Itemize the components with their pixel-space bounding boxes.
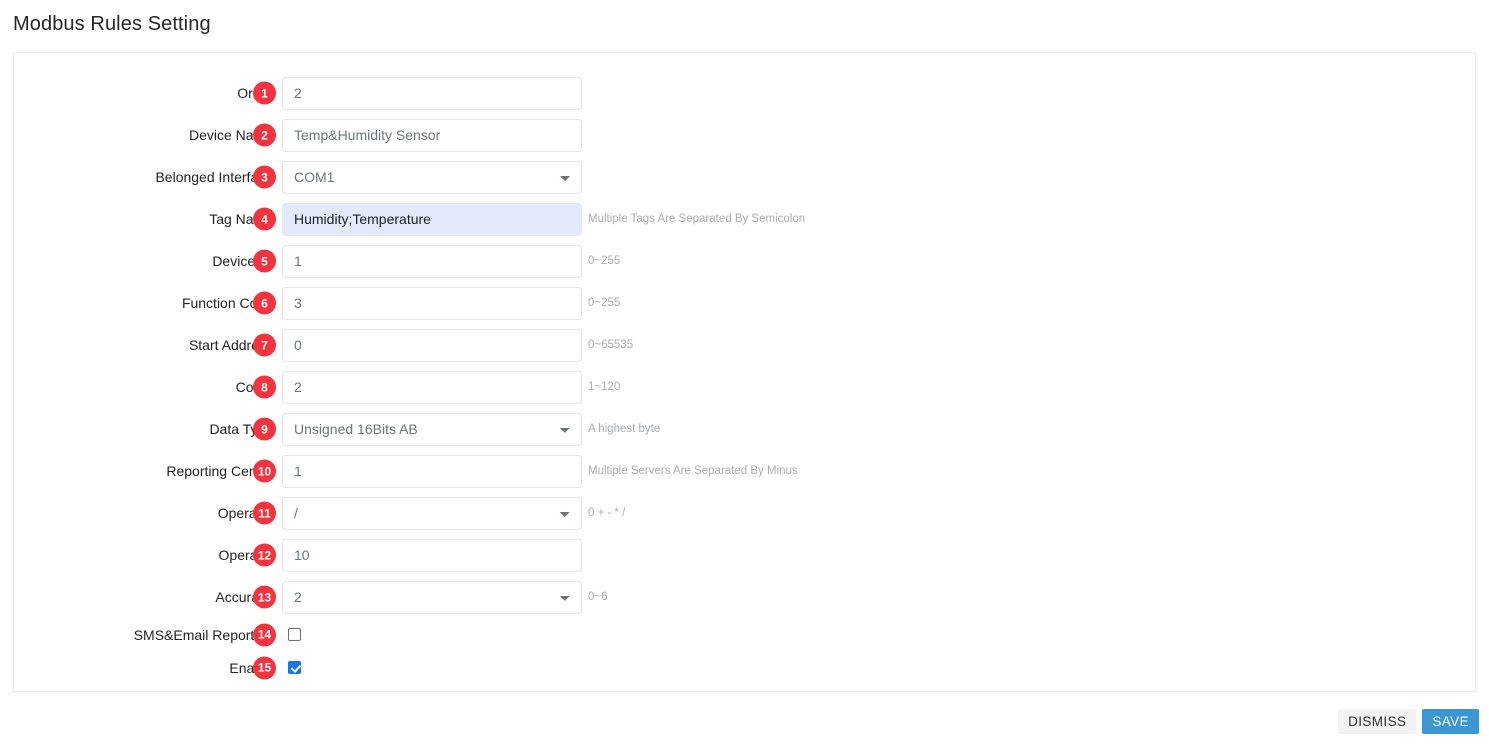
form-field-wrap-operand (282, 538, 582, 572)
form-label-wrap-reporting-center: Reporting Center 10 (14, 459, 282, 483)
form-label-wrap-accuracy: Accuracy 13 (14, 585, 282, 609)
form-field-wrap-device-name (282, 118, 582, 152)
input-tag-name[interactable] (282, 202, 582, 236)
checkbox-sms-email-reporting[interactable] (288, 628, 301, 641)
step-badge-8: 8 (253, 375, 276, 399)
step-badge-6: 6 (253, 291, 276, 315)
field-hint-start-address: 0~65535 (588, 339, 634, 351)
save-button[interactable]: SAVE (1422, 709, 1479, 734)
form-label-wrap-start-address: Start Address 7 (14, 333, 282, 357)
form-label-wrap-device-id: Device ID 5 (14, 249, 282, 273)
input-count[interactable] (282, 370, 582, 404)
field-hint-device-id: 0~255 (588, 255, 621, 267)
form-row-start-address: Start Address7 0~65535 (14, 324, 1475, 366)
step-badge-14: 14 (253, 623, 276, 646)
form-row-device-id: Device ID5 0~255 (14, 240, 1475, 282)
step-badge-2: 2 (253, 123, 276, 147)
input-function-code[interactable] (282, 286, 582, 320)
form-field-wrap-device-id: 0~255 (282, 244, 621, 278)
field-hint-reporting-center: Multiple Servers Are Separated By Minus (588, 465, 798, 477)
form-field-wrap-operator: / 0 + - * / (282, 496, 626, 530)
field-hint-tag-name: Multiple Tags Are Separated By Semicolon (588, 213, 806, 225)
form-label-wrap-order: Order1 (14, 81, 282, 105)
modbus-rules-card: Order1 Device Name2 Belonged Interface3COM… (13, 52, 1476, 692)
form-row-order: Order1 (14, 72, 1475, 114)
select-operator[interactable]: / (282, 496, 582, 530)
step-badge-3: 3 (253, 165, 276, 189)
step-badge-1: 1 (253, 81, 276, 105)
modbus-rules-form: Order1 Device Name2 Belonged Interface3COM… (14, 53, 1475, 684)
form-label-wrap-enable: Enable 15 (14, 656, 282, 679)
form-label-wrap-tag-name: Tag Name 4 (14, 207, 282, 231)
field-hint-count: 1~120 (588, 381, 621, 393)
input-start-address[interactable] (282, 328, 582, 362)
step-badge-13: 13 (253, 585, 276, 609)
form-row-operator: Operator 11/ 0 + - * / (14, 492, 1475, 534)
form-field-wrap-accuracy: 2 0~6 (282, 580, 608, 614)
step-badge-11: 11 (253, 501, 276, 525)
form-row-accuracy: Accuracy 13 2 0~6 (14, 576, 1475, 618)
form-field-wrap-data-type: Unsigned 16Bits AB A highest byte (282, 412, 661, 446)
form-field-wrap-order (282, 76, 582, 110)
step-badge-5: 5 (253, 249, 276, 273)
form-label-wrap-belonged-interface: Belonged Interface 3 (14, 165, 282, 189)
input-operand[interactable] (282, 538, 582, 572)
select-belonged-interface[interactable]: COM1 (282, 160, 582, 194)
form-row-count: Count8 1~120 (14, 366, 1475, 408)
checkbox-enable[interactable] (288, 661, 301, 674)
form-field-wrap-count: 1~120 (282, 370, 621, 404)
form-row-belonged-interface: Belonged Interface 3 COM1 (14, 156, 1475, 198)
step-badge-10: 10 (253, 459, 276, 483)
form-field-wrap-function-code: 0~255 (282, 286, 621, 320)
form-label-wrap-operand: Operand 12 (14, 543, 282, 567)
form-field-wrap-reporting-center: Multiple Servers Are Separated By Minus (282, 454, 798, 488)
input-reporting-center[interactable] (282, 454, 582, 488)
form-label-wrap-data-type: Data Type 9 (14, 417, 282, 441)
form-field-wrap-enable (282, 661, 301, 674)
step-badge-12: 12 (253, 543, 276, 567)
input-order[interactable] (282, 76, 582, 110)
form-row-enable: Enable 15 (14, 651, 1475, 684)
form-label-wrap-device-name: Device Name 2 (14, 123, 282, 147)
form-field-wrap-sms-email-reporting (282, 628, 301, 641)
form-label-wrap-operator: Operator 11 (14, 501, 282, 525)
form-row-operand: Operand 12 (14, 534, 1475, 576)
field-hint-operator: 0 + - * / (588, 507, 626, 519)
select-accuracy[interactable]: 2 (282, 580, 582, 614)
input-device-id[interactable] (282, 244, 582, 278)
form-label-wrap-count: Count8 (14, 375, 282, 399)
page-title: Modbus Rules Setting (13, 13, 211, 35)
form-row-reporting-center: Reporting Center10 Multiple Servers Are S… (14, 450, 1475, 492)
form-label-wrap-sms-email-reporting: SMS&Email Reporting 14 (14, 623, 282, 646)
input-device-name[interactable] (282, 118, 582, 152)
step-badge-4: 4 (253, 207, 276, 231)
form-row-function-code: Function Code6 0~255 (14, 282, 1475, 324)
form-field-wrap-start-address: 0~65535 (282, 328, 634, 362)
select-data-type[interactable]: Unsigned 16Bits AB (282, 412, 582, 446)
form-row-tag-name: Tag Name4 Multiple Tags Are Separated By … (14, 198, 1475, 240)
dialog-footer: DISMISS SAVE (1338, 709, 1479, 734)
step-badge-15: 15 (253, 656, 276, 679)
step-badge-7: 7 (253, 333, 276, 357)
dismiss-button[interactable]: DISMISS (1338, 709, 1417, 734)
form-row-data-type: Data Type 9 Unsigned 16Bits AB A highest by… (14, 408, 1475, 450)
form-field-wrap-belonged-interface: COM1 (282, 160, 582, 194)
step-badge-9: 9 (253, 417, 276, 441)
field-hint-data-type: A highest byte (588, 423, 661, 435)
form-field-wrap-tag-name: Multiple Tags Are Separated By Semicolon (282, 202, 806, 236)
form-row-sms-email-reporting: SMS&Email Reporting 14 (14, 618, 1475, 651)
field-hint-accuracy: 0~6 (588, 591, 608, 603)
field-hint-function-code: 0~255 (588, 297, 621, 309)
form-row-device-name: Device Name 2 (14, 114, 1475, 156)
form-label-wrap-function-code: Function Code 6 (14, 291, 282, 315)
